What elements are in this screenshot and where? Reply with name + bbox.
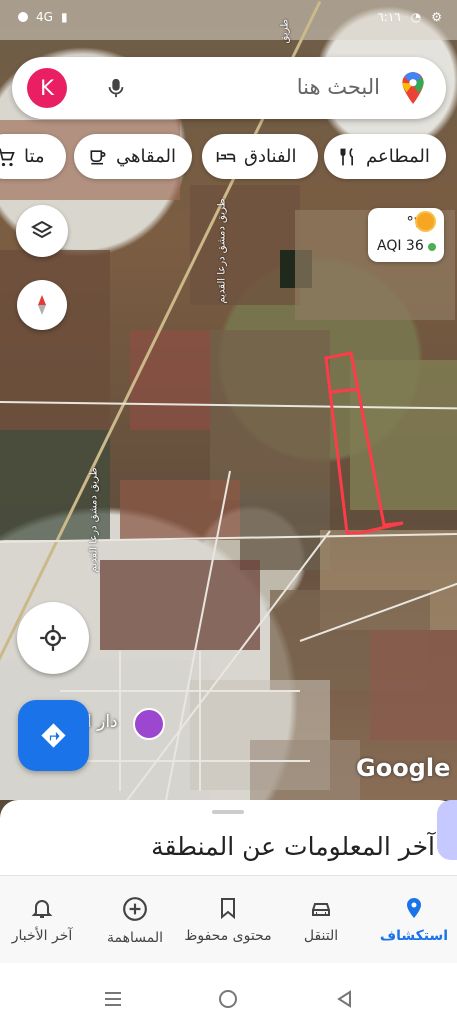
place-label[interactable]: دار ا: [87, 712, 118, 732]
system-navigation-bar: [0, 963, 457, 1024]
search-input[interactable]: البحث هنا: [297, 75, 380, 99]
nav-label: محتوى محفوظ: [184, 928, 272, 944]
place-marker-icon[interactable]: [133, 708, 165, 740]
wifi-icon: ◔: [410, 10, 422, 24]
sheet-handle[interactable]: [212, 810, 244, 814]
nav-label: آخر الأخبار: [11, 928, 73, 944]
bed-icon: [216, 151, 236, 162]
avatar[interactable]: K: [27, 68, 67, 108]
bookmark-icon: [221, 898, 235, 920]
status-bar: 4G ▮ ٦:١٦ ◔ ⚙: [0, 0, 457, 40]
status-right: ٦:١٦ ◔ ⚙: [377, 10, 442, 24]
microphone-icon[interactable]: [105, 76, 127, 100]
google-attribution: Google: [356, 754, 451, 782]
nav-saved[interactable]: محتوى محفوظ: [183, 896, 273, 944]
crosshair-icon: [40, 625, 66, 651]
directions-button[interactable]: [18, 700, 89, 771]
restaurant-icon: [340, 147, 353, 165]
chip-label: المقاهي: [116, 146, 176, 167]
sheet-title: آخر المعلومات عن المنطقة: [151, 832, 435, 861]
property-boundary: [324, 351, 404, 535]
shopping-cart-icon: [0, 148, 15, 166]
chip-restaurants[interactable]: المطاعم: [324, 134, 446, 179]
my-location-button[interactable]: [17, 602, 89, 674]
nav-label: استكشاف: [379, 928, 449, 944]
layers-icon: [30, 220, 54, 239]
map-layers-button[interactable]: [16, 205, 68, 257]
status-left: 4G ▮: [18, 10, 68, 24]
directions-icon: [41, 723, 66, 748]
chip-shops[interactable]: متا: [0, 134, 66, 179]
bottom-sheet[interactable]: آخر المعلومات عن المنطقة: [0, 800, 457, 875]
nav-label: التنقل: [303, 928, 339, 944]
home-circle-icon[interactable]: [216, 987, 240, 1011]
chip-label: الفنادق: [244, 146, 297, 167]
battery-icon: ▮: [60, 10, 68, 24]
weather-widget[interactable]: °٢٧ AQI 36: [368, 208, 444, 262]
compass-button[interactable]: [17, 280, 67, 330]
menu-lines-icon[interactable]: [101, 987, 125, 1011]
bell-icon: [31, 900, 53, 918]
google-maps-pin-icon: [402, 72, 424, 104]
floating-edge-handle[interactable]: [437, 800, 457, 860]
satellite-map[interactable]: طريق دمشق درعا القديم طريق دمشق درعا الق…: [0, 0, 457, 800]
aqi-status-dot: [428, 243, 436, 251]
signal-text: 4G: [36, 10, 53, 24]
chip-label: المطاعم: [366, 146, 430, 167]
nav-contribute[interactable]: المساهمة: [90, 896, 180, 946]
bottom-navigation: استكشاف التنقل محتوى محفوظ المساهمة آخر …: [0, 875, 457, 964]
chip-cafes[interactable]: المقاهي: [74, 134, 192, 179]
chip-hotels[interactable]: الفنادق: [202, 134, 318, 179]
nav-explore[interactable]: استكشاف: [369, 888, 457, 944]
back-triangle-icon[interactable]: [333, 987, 357, 1011]
coffee-icon: [90, 149, 106, 164]
car-icon: [312, 903, 330, 916]
chip-label: متا: [24, 146, 45, 167]
nav-updates[interactable]: آخر الأخبار: [0, 896, 87, 944]
clock: ٦:١٦: [377, 10, 401, 24]
notification-dot-icon: [18, 12, 28, 22]
sun-icon: [417, 213, 434, 230]
nav-go[interactable]: التنقل: [276, 896, 366, 944]
compass-icon: [38, 295, 46, 315]
air-quality-index: AQI 36: [377, 238, 424, 254]
plus-circle-icon: [123, 897, 147, 921]
search-bar[interactable]: K البحث هنا: [12, 57, 446, 119]
location-pin-icon: [407, 898, 421, 918]
settings-icon: ⚙: [431, 10, 442, 24]
nav-label: المساهمة: [107, 930, 163, 946]
